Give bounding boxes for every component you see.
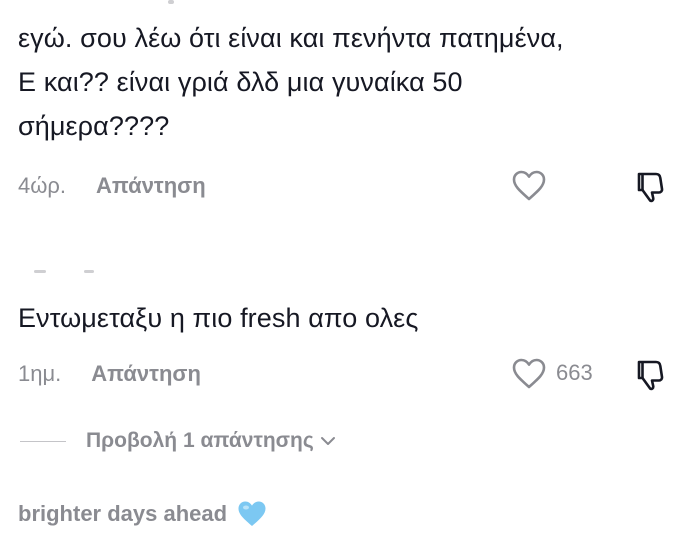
comment-meta: 1ημ. Απάντηση [18, 354, 201, 394]
comment-line: Ε και?? είναι γριά δλδ μια γυναίκα 50 [18, 67, 463, 97]
comment-timestamp: 4ώρ. [18, 173, 67, 198]
heart-outline-icon[interactable] [512, 358, 546, 395]
reply-button[interactable]: Απάντηση [91, 361, 201, 387]
view-replies-label: Προβολή 1 απάντησης [86, 429, 314, 452]
divider-line [20, 440, 66, 442]
thumbs-down-icon[interactable] [636, 358, 668, 397]
cropped-avatar-fragment [168, 0, 174, 4]
username-text: brighter days ahead [18, 501, 228, 526]
chevron-down-icon [320, 437, 335, 445]
cropped-avatar-fragment [84, 270, 94, 273]
like-count: 663 [556, 360, 593, 385]
reply-button[interactable]: Απάντηση [96, 173, 206, 199]
comment-line: σήμερα???? [18, 111, 170, 141]
comment-meta: 4ώρ. Απάντηση [18, 166, 206, 206]
comment-line: Εντωμεταξυ η πιο fresh απο ολες [18, 303, 419, 333]
thumbs-down-icon[interactable] [636, 170, 668, 209]
comment-text: εγώ. σου λέω ότι είναι και πενήντα πατημ… [18, 16, 688, 148]
comment-text: Εντωμεταξυ η πιο fresh απο ολες [18, 296, 688, 340]
cropped-avatar-fragment [34, 270, 46, 273]
view-replies-button[interactable]: Προβολή 1 απάντησης [20, 424, 336, 458]
comment-username[interactable]: brighter days ahead [18, 500, 267, 528]
light-blue-heart-icon [238, 501, 266, 526]
comment-timestamp: 1ημ. [18, 361, 62, 386]
comment-line: εγώ. σου λέω ότι είναι και πενήντα πατημ… [18, 23, 564, 53]
heart-outline-icon[interactable] [512, 170, 546, 207]
